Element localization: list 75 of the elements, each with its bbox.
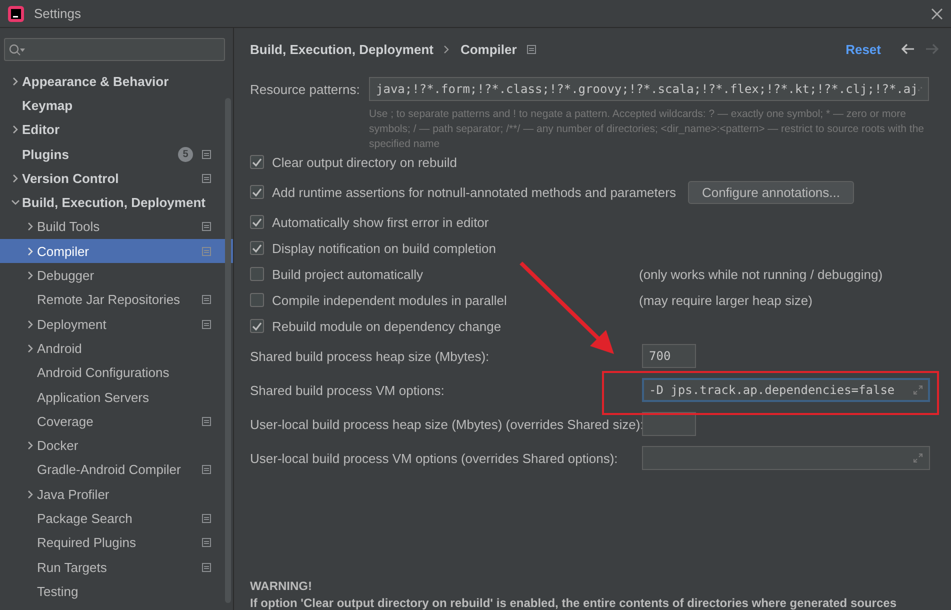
input-field[interactable]: -D jps.track.ap.dependencies=false (642, 378, 930, 402)
chevron-right-icon[interactable] (26, 222, 34, 232)
input-field[interactable] (642, 412, 696, 436)
chevron-right-icon[interactable] (26, 441, 34, 450)
tree-item[interactable]: Gradle-Android Compiler (0, 458, 225, 482)
tree-item[interactable]: Build, Execution, Deployment (0, 190, 225, 215)
checkbox[interactable] (250, 215, 264, 229)
search-icon (9, 44, 25, 56)
checkbox-label[interactable]: Clear output directory on rebuild (272, 154, 457, 170)
checkbox[interactable] (250, 319, 264, 333)
tree-item[interactable]: Remote Jar Repositories (0, 288, 225, 312)
configure-button[interactable]: Configure annotations... (688, 180, 854, 204)
checkbox-label[interactable]: Automatically show first error in editor (272, 214, 489, 230)
tree-item[interactable]: Testing (0, 579, 225, 604)
tree-item[interactable]: Coverage (0, 409, 225, 434)
tree-item[interactable]: Keymap (0, 93, 225, 118)
checkbox[interactable] (250, 155, 264, 169)
field-label: Shared build process heap size (Mbytes): (250, 348, 490, 364)
tree-item[interactable]: Java Profiler (0, 482, 225, 506)
chevron-right-icon[interactable] (10, 125, 20, 134)
tree-item[interactable]: Version Control (0, 166, 225, 190)
count-badge: 5 (178, 146, 193, 162)
chevron-right-icon (443, 44, 450, 54)
window-title: Settings (34, 6, 81, 21)
chevron-right-icon[interactable] (26, 490, 34, 499)
warning-text: If option 'Clear output directory on rebuild' is enabled, the entire contents of directories where generated sources (250, 596, 898, 610)
tree-item[interactable]: Run Targets (0, 554, 225, 580)
input-field[interactable]: 700 (642, 344, 696, 368)
hint-text: (only works while not running / debugging) (639, 266, 883, 282)
field-label: Resource patterns: (250, 82, 361, 96)
tree-item[interactable]: Android (0, 336, 225, 361)
search-field[interactable] (4, 38, 225, 61)
scrollbar[interactable] (225, 98, 231, 603)
chevron-right-icon[interactable] (26, 246, 34, 256)
tree-item[interactable]: Docker (0, 433, 225, 458)
chevron-right-icon[interactable] (26, 320, 34, 329)
tree-item[interactable]: Deployment (0, 312, 225, 336)
close-icon[interactable] (931, 8, 943, 20)
breadcrumb: Build, Execution, Deployment (250, 42, 434, 56)
hint-text: (may require larger heap size) (639, 292, 812, 308)
input-field[interactable] (642, 446, 930, 470)
chevron-down-icon[interactable] (10, 198, 20, 208)
checkbox-label[interactable]: Add runtime assertions for notnull-annotated methods and parameters (272, 184, 676, 200)
checkbox-label[interactable]: Display notification on build completion (272, 240, 496, 256)
tree-item[interactable]: Package Search (0, 506, 225, 531)
help-text: Use ; to separate patterns and ! to negate a pattern. Accepted wildcards: ? — exactly one symbol; * — zero or more symbols; / — path separator; /**/ — any number of directories; <dir_name>:<pattern> — restrict to source roots with the specified name (369, 107, 926, 152)
checkbox-label[interactable]: Rebuild module on dependency change (272, 318, 502, 334)
checkbox[interactable] (250, 267, 264, 281)
field-label: User-local build process VM options (overrides Shared options): (250, 450, 619, 466)
back-arrow-icon[interactable] (901, 43, 915, 55)
tree-item[interactable]: Application Servers (0, 384, 225, 410)
tree-item[interactable]: Build Tools (0, 214, 225, 240)
chevron-right-icon[interactable] (26, 271, 34, 280)
tree-item[interactable]: Editor (0, 118, 225, 142)
tree-item[interactable]: Required Plugins (0, 530, 225, 555)
tree-item[interactable]: Android Configurations (0, 360, 225, 385)
field-label: User-local build process heap size (Mbytes) (overrides Shared size): (250, 416, 642, 432)
checkbox[interactable] (250, 185, 264, 199)
checkbox[interactable] (250, 293, 264, 307)
chevron-right-icon[interactable] (10, 76, 20, 86)
reset-link[interactable]: Reset (846, 42, 881, 56)
app-logo-icon (8, 6, 24, 22)
chevron-right-icon[interactable] (26, 344, 34, 353)
tree-item[interactable]: Compiler (0, 239, 233, 264)
tree-item[interactable]: Plugins 5 (0, 142, 225, 166)
resource-patterns-field[interactable]: java;!?*.form;!?*.class;!?*.groovy;!?*.scala;!?*.flex;!?*.kt;!?*.clj;!?*.aj (369, 77, 929, 101)
tree-item[interactable]: Appearance & Behavior (0, 69, 225, 94)
breadcrumb: Compiler (460, 42, 517, 56)
chevron-right-icon[interactable] (10, 174, 20, 183)
warning-title: WARNING! (250, 579, 313, 593)
field-label: Shared build process VM options: (250, 382, 446, 398)
checkbox-label[interactable]: Compile independent modules in parallel (272, 292, 507, 308)
checkbox[interactable] (250, 241, 264, 255)
checkbox-label[interactable]: Build project automatically (272, 266, 424, 282)
tree-item[interactable]: Debugger (0, 263, 225, 288)
